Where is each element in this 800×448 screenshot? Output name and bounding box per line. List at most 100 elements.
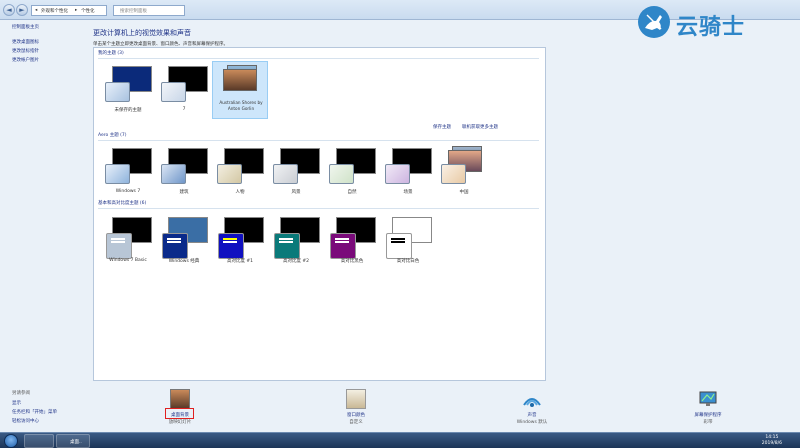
get-more-themes-link[interactable]: 联机获取更多主题 bbox=[462, 124, 498, 130]
sidebar-link-desktop-icons[interactable]: 更改桌面图标 bbox=[12, 39, 39, 45]
theme-name: 风景 bbox=[291, 190, 301, 195]
theme-architecture[interactable]: 建筑 bbox=[156, 144, 212, 196]
window-color-swatch bbox=[385, 164, 410, 184]
window-color-swatch bbox=[105, 82, 130, 102]
window-color-value: 自定义 bbox=[349, 420, 363, 425]
palette-bars bbox=[335, 238, 349, 240]
system-clock[interactable]: 14:15 2019/8/6 bbox=[762, 435, 782, 447]
theme-high-contrast-white[interactable]: 高对比白色 bbox=[380, 213, 436, 265]
theme-name: Windows 7 bbox=[115, 189, 141, 194]
theme-name: 7 bbox=[182, 107, 186, 112]
sidebar-home-link[interactable]: 控制面板主页 bbox=[12, 24, 39, 30]
screen-saver-label[interactable]: 屏幕保护程序 bbox=[668, 412, 748, 418]
theme-name: 建筑 bbox=[179, 190, 189, 195]
sounds-label[interactable]: 声音 bbox=[492, 412, 572, 418]
taskbar-ie-button[interactable]: 桌面.. bbox=[56, 434, 90, 448]
window-color-icon bbox=[346, 389, 366, 409]
window-color-swatch bbox=[273, 164, 298, 184]
theme-high-contrast-1[interactable]: 高对比度 #1 bbox=[212, 213, 268, 265]
section-divider bbox=[98, 140, 539, 141]
page-title: 更改计算机上的视觉效果和声音 bbox=[93, 29, 191, 37]
palette-bars bbox=[391, 238, 405, 240]
watermark-text: 云骑士 bbox=[676, 15, 746, 40]
window-color-label[interactable]: 窗口颜色 bbox=[316, 412, 396, 418]
theme-windows-7-basic[interactable]: Windows 7 Basic bbox=[100, 213, 156, 265]
theme-windows-classic[interactable]: Windows 经典 bbox=[156, 213, 212, 265]
breadcrumb-appearance[interactable]: 外观和个性化 bbox=[41, 8, 68, 14]
taskbar: 桌面.. 14:15 2019/8/6 bbox=[0, 432, 800, 448]
theme-high-contrast-2[interactable]: 高对比度 #2 bbox=[268, 213, 324, 265]
window-color-swatch bbox=[274, 233, 300, 259]
window-color-swatch bbox=[386, 233, 412, 259]
breadcrumb-separator: ▸ bbox=[75, 8, 78, 13]
my-themes-header: 我的主题 (3) bbox=[98, 51, 124, 56]
theme-name: 高对比白色 bbox=[396, 259, 420, 264]
sounds-icon bbox=[523, 398, 541, 407]
address-field[interactable]: ◂ 外观和个性化 ▸ 个性化 bbox=[31, 5, 107, 16]
theme-high-contrast-black[interactable]: 高对比黑色 bbox=[324, 213, 380, 265]
theme-name: Australian Shores by Anton Gorlin bbox=[219, 100, 263, 111]
see-also-header: 另请参阅 bbox=[12, 391, 30, 396]
search-input[interactable]: 搜索控制面板 bbox=[113, 5, 185, 16]
theme-name: Windows 7 Basic bbox=[109, 258, 147, 263]
desktop-background-icon bbox=[170, 389, 190, 409]
theme-china[interactable]: 中国 bbox=[436, 144, 492, 196]
palette-bars bbox=[223, 238, 237, 240]
basic-themes-header: 基本和高对比度主题 (6) bbox=[98, 201, 147, 206]
taskbar-button-label: 桌面.. bbox=[70, 440, 82, 445]
theme-list-panel: 我的主题 (3) 未保存的主题 7 Australian Shores by A… bbox=[93, 47, 546, 381]
screen-saver-icon bbox=[699, 391, 717, 406]
see-also-display-link[interactable]: 显示 bbox=[12, 400, 21, 406]
screen-saver-setting[interactable]: 屏幕保护程序 彩带 bbox=[668, 388, 748, 432]
back-button[interactable]: ◄ bbox=[3, 4, 15, 16]
aero-themes-header: Aero 主题 (7) bbox=[98, 133, 127, 138]
save-theme-link[interactable]: 保存主题 bbox=[433, 124, 451, 130]
sidebar-link-mouse-pointer[interactable]: 更改鼠标指针 bbox=[12, 48, 39, 54]
theme-nature[interactable]: 自然 bbox=[324, 144, 380, 196]
photo-stack-front bbox=[223, 69, 257, 91]
theme-name: 高对比黑色 bbox=[340, 259, 364, 264]
theme-name: 高对比度 #1 bbox=[226, 259, 254, 264]
search-placeholder: 搜索控制面板 bbox=[120, 9, 147, 14]
clock-date: 2019/8/6 bbox=[761, 441, 782, 446]
breadcrumb-root[interactable]: ◂ bbox=[35, 8, 37, 13]
desktop-background-value: 放映幻灯片 bbox=[168, 420, 192, 425]
window-color-swatch bbox=[218, 233, 244, 259]
highlight-box bbox=[165, 408, 194, 419]
palette-bars bbox=[279, 238, 293, 240]
theme-windows-7[interactable]: Windows 7 bbox=[100, 144, 156, 196]
section-divider bbox=[98, 58, 539, 59]
see-also-ease-of-access-link[interactable]: 轻松访问中心 bbox=[12, 418, 39, 424]
window-color-swatch bbox=[106, 233, 132, 259]
breadcrumb-personalization[interactable]: 个性化 bbox=[81, 8, 95, 14]
screen-saver-value: 彩带 bbox=[703, 420, 713, 425]
theme-australian-shores[interactable]: Australian Shores by Anton Gorlin bbox=[212, 61, 268, 119]
window-color-swatch bbox=[441, 164, 466, 184]
sounds-value: Windows 默认 bbox=[516, 420, 548, 425]
start-button[interactable] bbox=[4, 434, 18, 448]
left-pane: 控制面板主页 更改桌面图标 更改鼠标指针 更改帐户图片 另请参阅 显示 任务栏和… bbox=[0, 20, 84, 430]
palette-bars bbox=[111, 238, 125, 240]
theme-name: 场景 bbox=[403, 190, 413, 195]
window-color-swatch bbox=[161, 82, 186, 102]
knight-logo-icon bbox=[638, 6, 670, 38]
theme-scenes[interactable]: 场景 bbox=[380, 144, 436, 196]
sounds-setting[interactable]: 声音 Windows 默认 bbox=[492, 388, 572, 432]
taskbar-explorer-button[interactable] bbox=[24, 434, 54, 448]
theme-unsaved[interactable]: 未保存的主题 bbox=[100, 62, 156, 114]
section-divider bbox=[98, 208, 539, 209]
forward-button[interactable]: ► bbox=[16, 4, 28, 16]
theme-name: 未保存的主题 bbox=[114, 108, 142, 113]
theme-landscapes[interactable]: 风景 bbox=[268, 144, 324, 196]
window-color-setting[interactable]: 窗口颜色 自定义 bbox=[316, 388, 396, 432]
window-color-swatch bbox=[329, 164, 354, 184]
window-color-swatch bbox=[330, 233, 356, 259]
theme-7[interactable]: 7 bbox=[156, 62, 212, 114]
sidebar-link-account-picture[interactable]: 更改帐户图片 bbox=[12, 57, 39, 63]
theme-name: 人物 bbox=[235, 190, 245, 195]
see-also-taskbar-link[interactable]: 任务栏和「开始」菜单 bbox=[12, 409, 57, 415]
window-color-swatch bbox=[162, 233, 188, 259]
window-color-swatch bbox=[217, 164, 242, 184]
theme-characters[interactable]: 人物 bbox=[212, 144, 268, 196]
theme-name: 高对比度 #2 bbox=[282, 259, 310, 264]
